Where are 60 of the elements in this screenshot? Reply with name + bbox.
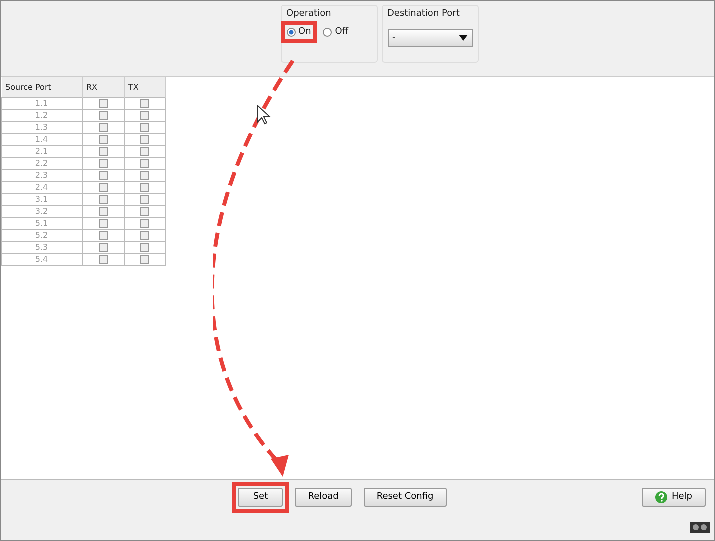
checkbox[interactable] <box>140 123 149 132</box>
column-header: TX <box>124 77 165 98</box>
checkbox[interactable] <box>140 207 149 216</box>
table-cell: 2.4 <box>2 182 82 194</box>
table-cell: 1.1 <box>2 98 82 110</box>
checkbox[interactable] <box>98 219 108 228</box>
radio-option[interactable]: Off <box>323 27 349 37</box>
checkbox[interactable] <box>140 159 149 168</box>
checkbox[interactable] <box>98 243 108 252</box>
checkbox[interactable] <box>98 147 108 156</box>
dropdown-arrow-icon <box>458 35 468 41</box>
checkbox[interactable] <box>98 183 108 192</box>
status-icon <box>690 522 710 532</box>
mouse-cursor-icon <box>257 105 271 125</box>
checkbox[interactable] <box>98 99 108 108</box>
checkbox[interactable] <box>140 255 149 264</box>
table-cell: 1.3 <box>2 122 82 134</box>
table-cell: 5.3 <box>2 242 82 254</box>
checkbox[interactable] <box>98 159 108 168</box>
table-cell: 3.1 <box>2 194 82 206</box>
group-label: Operation <box>286 9 332 19</box>
table-cell: 1.2 <box>2 110 82 122</box>
action-button[interactable]: Reset Config <box>364 488 447 506</box>
radio-button[interactable] <box>323 28 332 36</box>
table-cell: 3.2 <box>2 206 82 218</box>
checkbox[interactable] <box>98 135 108 144</box>
table-cell: 2.2 <box>2 158 82 170</box>
column-header: RX <box>82 77 124 98</box>
checkbox[interactable] <box>140 243 149 252</box>
help-button[interactable]: Help <box>642 488 706 506</box>
checkbox[interactable] <box>98 255 108 264</box>
checkbox[interactable] <box>140 171 149 180</box>
checkbox[interactable] <box>140 147 149 156</box>
checkbox[interactable] <box>98 171 108 180</box>
table-cell: 2.1 <box>2 146 82 158</box>
checkbox[interactable] <box>98 111 108 120</box>
checkbox[interactable] <box>140 231 149 240</box>
table-cell: 1.4 <box>2 134 82 146</box>
port-dropdown[interactable]: - <box>388 29 472 47</box>
table-cell: 2.3 <box>2 170 82 182</box>
radio-option[interactable]: On <box>286 27 312 37</box>
action-button[interactable]: Reload <box>295 488 352 506</box>
help-icon <box>655 490 668 504</box>
table-cell: 5.2 <box>2 230 82 242</box>
column-header: Source Port <box>2 77 82 98</box>
table-cell: 5.1 <box>2 218 82 230</box>
checkbox[interactable] <box>140 219 149 228</box>
checkbox[interactable] <box>98 231 108 240</box>
checkbox[interactable] <box>98 207 108 216</box>
checkbox[interactable] <box>140 99 149 108</box>
table-cell: 5.4 <box>2 254 82 266</box>
checkbox[interactable] <box>140 183 149 192</box>
checkbox[interactable] <box>140 195 149 204</box>
checkbox[interactable] <box>98 123 108 132</box>
group-label: Destination Port <box>388 9 461 19</box>
checkbox[interactable] <box>140 135 149 144</box>
checkbox[interactable] <box>98 195 108 204</box>
checkbox[interactable] <box>140 111 149 120</box>
action-button[interactable]: Set <box>238 488 284 506</box>
radio-button[interactable] <box>286 28 296 36</box>
